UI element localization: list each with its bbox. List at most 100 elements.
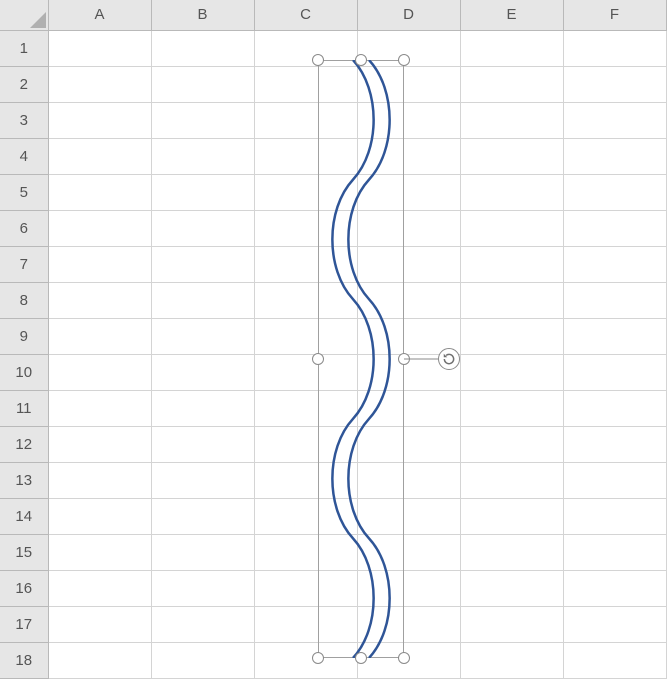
cell-A12[interactable] <box>48 426 151 462</box>
row-header-6[interactable]: 6 <box>0 210 48 246</box>
column-header-F[interactable]: F <box>563 0 666 30</box>
cell-B6[interactable] <box>151 210 254 246</box>
rotation-handle[interactable] <box>438 348 460 370</box>
cell-B10[interactable] <box>151 354 254 390</box>
row-header-10[interactable]: 10 <box>0 354 48 390</box>
cell-F13[interactable] <box>563 462 666 498</box>
cell-A5[interactable] <box>48 174 151 210</box>
cell-B11[interactable] <box>151 390 254 426</box>
cell-B9[interactable] <box>151 318 254 354</box>
cell-E12[interactable] <box>460 426 563 462</box>
column-header-C[interactable]: C <box>254 0 357 30</box>
cell-B16[interactable] <box>151 570 254 606</box>
row-header-15[interactable]: 15 <box>0 534 48 570</box>
cell-E3[interactable] <box>460 102 563 138</box>
cell-F11[interactable] <box>563 390 666 426</box>
cell-E5[interactable] <box>460 174 563 210</box>
cell-F8[interactable] <box>563 282 666 318</box>
cell-B17[interactable] <box>151 606 254 642</box>
resize-handle-ne[interactable] <box>398 54 410 66</box>
row-header-12[interactable]: 12 <box>0 426 48 462</box>
row-header-7[interactable]: 7 <box>0 246 48 282</box>
select-all-corner[interactable] <box>0 0 48 30</box>
cell-E7[interactable] <box>460 246 563 282</box>
cell-A7[interactable] <box>48 246 151 282</box>
row-header-11[interactable]: 11 <box>0 390 48 426</box>
cell-E9[interactable] <box>460 318 563 354</box>
column-header-D[interactable]: D <box>357 0 460 30</box>
cell-F10[interactable] <box>563 354 666 390</box>
cell-B2[interactable] <box>151 66 254 102</box>
row-header-9[interactable]: 9 <box>0 318 48 354</box>
cell-E17[interactable] <box>460 606 563 642</box>
cell-B18[interactable] <box>151 642 254 678</box>
cell-E6[interactable] <box>460 210 563 246</box>
cell-E15[interactable] <box>460 534 563 570</box>
cell-A3[interactable] <box>48 102 151 138</box>
column-header-B[interactable]: B <box>151 0 254 30</box>
cell-A15[interactable] <box>48 534 151 570</box>
row-header-14[interactable]: 14 <box>0 498 48 534</box>
row-header-5[interactable]: 5 <box>0 174 48 210</box>
cell-F15[interactable] <box>563 534 666 570</box>
cell-A14[interactable] <box>48 498 151 534</box>
cell-B15[interactable] <box>151 534 254 570</box>
cell-A9[interactable] <box>48 318 151 354</box>
cell-A16[interactable] <box>48 570 151 606</box>
resize-handle-s[interactable] <box>355 652 367 664</box>
cell-B7[interactable] <box>151 246 254 282</box>
resize-handle-se[interactable] <box>398 652 410 664</box>
row-header-4[interactable]: 4 <box>0 138 48 174</box>
cell-F7[interactable] <box>563 246 666 282</box>
resize-handle-sw[interactable] <box>312 652 324 664</box>
row-header-1[interactable]: 1 <box>0 30 48 66</box>
cell-F6[interactable] <box>563 210 666 246</box>
cell-A10[interactable] <box>48 354 151 390</box>
cell-F2[interactable] <box>563 66 666 102</box>
cell-B4[interactable] <box>151 138 254 174</box>
cell-A17[interactable] <box>48 606 151 642</box>
cell-E8[interactable] <box>460 282 563 318</box>
cell-A18[interactable] <box>48 642 151 678</box>
cell-A2[interactable] <box>48 66 151 102</box>
cell-E4[interactable] <box>460 138 563 174</box>
cell-E16[interactable] <box>460 570 563 606</box>
cell-E1[interactable] <box>460 30 563 66</box>
cell-B13[interactable] <box>151 462 254 498</box>
cell-B1[interactable] <box>151 30 254 66</box>
cell-F3[interactable] <box>563 102 666 138</box>
cell-B3[interactable] <box>151 102 254 138</box>
row-header-17[interactable]: 17 <box>0 606 48 642</box>
cell-F1[interactable] <box>563 30 666 66</box>
cell-A8[interactable] <box>48 282 151 318</box>
column-header-E[interactable]: E <box>460 0 563 30</box>
cell-F9[interactable] <box>563 318 666 354</box>
cell-E14[interactable] <box>460 498 563 534</box>
cell-F17[interactable] <box>563 606 666 642</box>
row-header-2[interactable]: 2 <box>0 66 48 102</box>
cell-F18[interactable] <box>563 642 666 678</box>
column-header-A[interactable]: A <box>48 0 151 30</box>
row-header-16[interactable]: 16 <box>0 570 48 606</box>
cell-E13[interactable] <box>460 462 563 498</box>
cell-E2[interactable] <box>460 66 563 102</box>
resize-handle-nw[interactable] <box>312 54 324 66</box>
row-header-18[interactable]: 18 <box>0 642 48 678</box>
cell-B12[interactable] <box>151 426 254 462</box>
cell-F14[interactable] <box>563 498 666 534</box>
row-header-3[interactable]: 3 <box>0 102 48 138</box>
cell-A11[interactable] <box>48 390 151 426</box>
resize-handle-w[interactable] <box>312 353 324 365</box>
cell-B14[interactable] <box>151 498 254 534</box>
cell-F4[interactable] <box>563 138 666 174</box>
cell-F5[interactable] <box>563 174 666 210</box>
wave-shape[interactable] <box>318 60 404 658</box>
cell-E11[interactable] <box>460 390 563 426</box>
cell-E18[interactable] <box>460 642 563 678</box>
row-header-13[interactable]: 13 <box>0 462 48 498</box>
row-header-8[interactable]: 8 <box>0 282 48 318</box>
cell-F12[interactable] <box>563 426 666 462</box>
cell-F16[interactable] <box>563 570 666 606</box>
cell-A6[interactable] <box>48 210 151 246</box>
cell-A13[interactable] <box>48 462 151 498</box>
